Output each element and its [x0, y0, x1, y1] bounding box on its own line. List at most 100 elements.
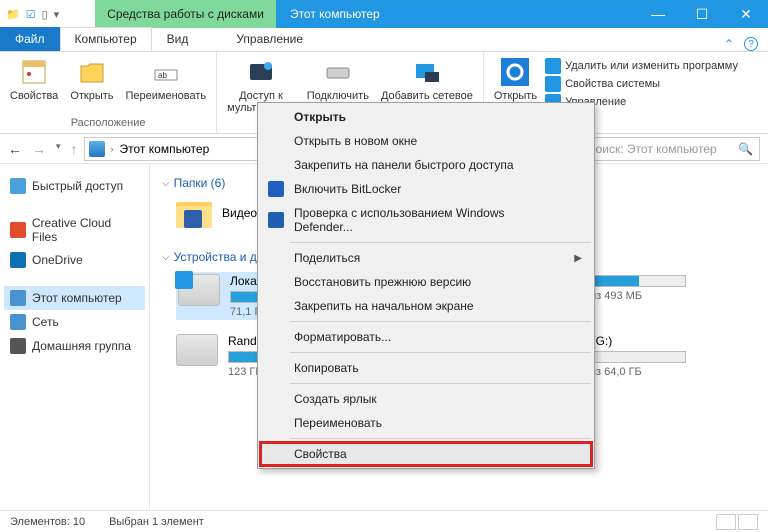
menu-item[interactable]: Копировать — [260, 356, 592, 380]
ribbon-open-settings-button[interactable]: Открыть — [490, 54, 541, 104]
menu-separator — [290, 242, 591, 243]
tab-view[interactable]: Вид — [152, 27, 204, 51]
this-pc-icon — [89, 141, 105, 157]
sidebar-item-icon — [10, 314, 26, 330]
menu-item[interactable]: Закрепить на панели быстрого доступа — [260, 153, 592, 177]
ribbon-uninstall-button[interactable]: Удалить или изменить программу — [545, 58, 738, 74]
quick-access-toolbar: 📁 ☑ ▯ ▾ — [0, 8, 65, 21]
app-icon: 📁 — [6, 8, 20, 21]
menu-item-label: Закрепить на панели быстрого доступа — [294, 158, 514, 172]
tab-computer[interactable]: Компьютер — [60, 27, 152, 51]
sidebar-item-label: Сеть — [32, 315, 59, 329]
maximize-button[interactable]: ☐ — [680, 0, 724, 28]
ribbon-group-location: Свойства Открыть ab Переименовать Распол… — [0, 52, 217, 133]
ribbon-collapse-icon[interactable]: ⌃ — [724, 37, 734, 51]
contextual-tab-drive-tools[interactable]: Средства работы с дисками — [95, 0, 276, 28]
view-details-button[interactable] — [716, 514, 736, 530]
menu-item[interactable]: Включить BitLocker — [260, 177, 592, 201]
sidebar-item[interactable]: Быстрый доступ — [4, 174, 145, 198]
sidebar-item-label: Creative Cloud Files — [32, 216, 139, 244]
status-bar: Элементов: 10 Выбран 1 элемент — [0, 510, 768, 532]
network-location-icon — [411, 56, 443, 88]
rename-icon: ab — [150, 56, 182, 88]
navigation-pane: Быстрый доступ Creative Cloud Files OneDri… — [0, 164, 150, 510]
ribbon-label: Открыть — [494, 90, 537, 102]
open-folder-icon — [76, 56, 108, 88]
sidebar-item[interactable]: Creative Cloud Files — [4, 212, 145, 248]
qat-folder-icon[interactable]: ▯ — [42, 8, 48, 21]
view-toggle — [716, 514, 758, 530]
ribbon-group-label: Расположение — [6, 117, 210, 131]
menu-item[interactable]: Поделиться▶ — [260, 246, 592, 270]
window-title: Этот компьютер — [276, 7, 380, 21]
menu-item-label: Открыть — [294, 110, 346, 124]
menu-item-label: Закрепить на начальном экране — [294, 299, 474, 313]
menu-item-label: Открыть в новом окне — [294, 134, 417, 148]
menu-item-label: Проверка с использованием Windows Defend… — [294, 206, 562, 234]
properties-icon — [18, 56, 50, 88]
title-bar: 📁 ☑ ▯ ▾ Средства работы с дисками Этот к… — [0, 0, 768, 28]
sidebar-item[interactable]: Домашняя группа — [4, 334, 145, 358]
menu-separator — [290, 321, 591, 322]
sidebar-item[interactable]: Сеть — [4, 310, 145, 334]
ribbon-system-props-button[interactable]: Свойства системы — [545, 76, 738, 92]
sidebar-item-label: Быстрый доступ — [32, 179, 123, 193]
tab-file[interactable]: Файл — [0, 27, 60, 51]
menu-item-label: Свойства — [294, 447, 347, 461]
tab-manage[interactable]: Управление — [221, 27, 318, 51]
ribbon-label: Добавить сетевое — [381, 90, 473, 102]
system-icon — [545, 76, 561, 92]
sidebar-item-icon — [10, 178, 26, 194]
menu-item-label: Включить BitLocker — [294, 182, 401, 196]
svg-text:ab: ab — [158, 71, 167, 80]
menu-item[interactable]: Создать ярлык — [260, 387, 592, 411]
menu-item-label: Переименовать — [294, 416, 382, 430]
breadcrumb-location[interactable]: Этот компьютер — [120, 142, 210, 156]
qat-check-icon[interactable]: ☑ — [26, 8, 36, 21]
ribbon-small-label: Удалить или изменить программу — [565, 60, 738, 72]
menu-item[interactable]: Закрепить на начальном экране — [260, 294, 592, 318]
history-dropdown[interactable]: ▾ — [56, 141, 61, 157]
ribbon-small-label: Свойства системы — [565, 78, 660, 90]
sidebar-item[interactable]: Этот компьютер — [4, 286, 145, 310]
up-button[interactable]: ↑ — [71, 141, 78, 157]
sidebar-item-icon — [10, 338, 26, 354]
sidebar-item[interactable]: OneDrive — [4, 248, 145, 272]
title-bar-spacer: Этот компьютер — [276, 0, 636, 28]
menu-item[interactable]: Переименовать — [260, 411, 592, 435]
help-icon[interactable]: ? — [744, 37, 758, 51]
menu-separator — [290, 438, 591, 439]
ribbon-rename-button[interactable]: ab Переименовать — [122, 54, 211, 104]
back-button[interactable]: ← — [8, 141, 22, 157]
menu-item[interactable]: Форматировать... — [260, 325, 592, 349]
ribbon-open-button[interactable]: Открыть — [66, 54, 117, 104]
uninstall-icon — [545, 58, 561, 74]
forward-button[interactable]: → — [32, 141, 46, 157]
menu-item[interactable]: Восстановить прежнюю версию — [260, 270, 592, 294]
nav-arrows: ← → ▾ ↑ — [8, 141, 78, 157]
menu-item[interactable]: Открыть в новом окне — [260, 129, 592, 153]
menu-item[interactable]: Проверка с использованием Windows Defend… — [260, 201, 592, 239]
menu-item-label: Форматировать... — [294, 330, 391, 344]
minimize-button[interactable]: — — [636, 0, 680, 28]
view-icons-button[interactable] — [738, 514, 758, 530]
gear-icon — [499, 56, 531, 88]
sidebar-item-icon — [10, 290, 26, 306]
qat-dropdown-icon[interactable]: ▾ — [54, 8, 60, 21]
menu-item-label: Копировать — [294, 361, 359, 375]
folder-label: Видео — [222, 206, 257, 220]
ribbon-label: Свойства — [10, 90, 58, 102]
menu-item-label: Создать ярлык — [294, 392, 377, 406]
sidebar-item-label: Домашняя группа — [32, 339, 131, 353]
ribbon-add-network-button[interactable]: Добавить сетевое — [377, 54, 477, 104]
menu-item[interactable]: Открыть — [260, 105, 592, 129]
search-box[interactable]: Поиск: Этот компьютер 🔍 — [580, 137, 760, 161]
drive-icon — [322, 56, 354, 88]
ribbon-label: Открыть — [70, 90, 113, 102]
ribbon-properties-button[interactable]: Свойства — [6, 54, 62, 104]
status-item-count: Элементов: 10 — [10, 516, 85, 528]
breadcrumb-chevron-icon[interactable]: › — [111, 144, 114, 154]
media-icon — [245, 56, 277, 88]
menu-item[interactable]: Свойства — [260, 442, 592, 466]
close-button[interactable]: ✕ — [724, 0, 768, 28]
